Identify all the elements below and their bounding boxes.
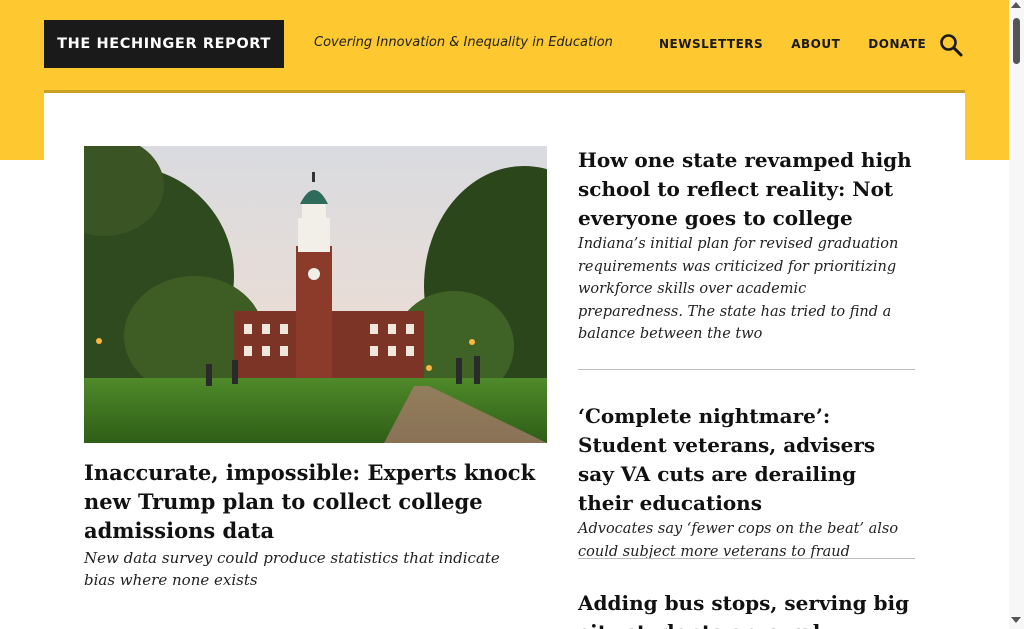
scrollbar-thumb[interactable] — [1013, 18, 1020, 64]
story-dek: Advocates say ‘fewer cops on the beat’ a… — [578, 521, 899, 560]
feature-image[interactable] — [84, 146, 547, 443]
scroll-up-arrow-icon[interactable] — [1011, 2, 1021, 8]
story-divider — [578, 558, 915, 559]
story-dek: Indiana’s initial plan for revised gradu… — [578, 236, 899, 342]
main-nav: NEWSLETTERS ABOUT DONATE — [659, 37, 926, 51]
scroll-down-arrow-icon[interactable] — [1011, 617, 1021, 623]
search-icon[interactable] — [938, 32, 964, 58]
feature-dek: New data survey could produce statistics… — [84, 549, 500, 589]
site-header: THE HECHINGER REPORT Covering Innovation… — [44, 0, 965, 90]
nav-about[interactable]: ABOUT — [791, 37, 840, 51]
logo-text: THE HECHINGER REPORT — [57, 36, 271, 52]
story-headline[interactable]: ‘Complete nightmare’: Student veterans, … — [578, 402, 915, 518]
story-item: How one state revamped high school to re… — [578, 146, 915, 346]
story-item: ‘Complete nightmare’: Student veterans, … — [578, 402, 915, 563]
site-tagline: Covering Innovation & Inequality in Educ… — [314, 35, 613, 50]
feature-headline[interactable]: Inaccurate, impossible: Experts knock ne… — [84, 458, 554, 545]
scrollbar-track[interactable] — [1009, 0, 1024, 629]
story-headline[interactable]: How one state revamped high school to re… — [578, 146, 915, 233]
site-logo[interactable]: THE HECHINGER REPORT — [44, 20, 284, 68]
nav-donate[interactable]: DONATE — [868, 37, 926, 51]
header-divider — [44, 90, 965, 93]
story-divider — [578, 369, 915, 370]
nav-newsletters[interactable]: NEWSLETTERS — [659, 37, 763, 51]
story-item: Adding bus stops, serving big city stude… — [578, 589, 915, 629]
story-headline[interactable]: Adding bus stops, serving big city stude… — [578, 589, 915, 629]
